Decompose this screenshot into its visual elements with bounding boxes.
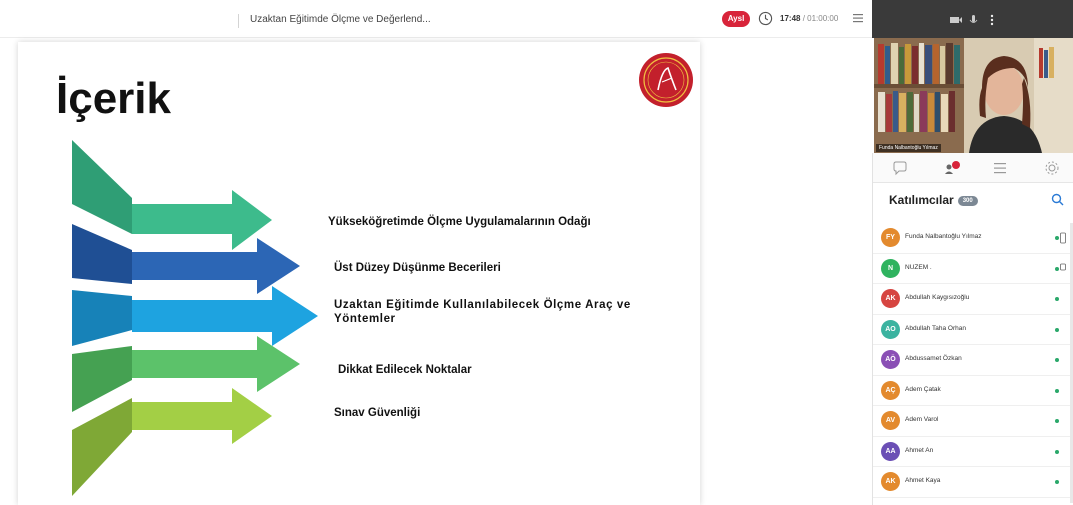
participants-tab-icon[interactable] <box>943 159 961 177</box>
arrow-1-head <box>132 190 272 250</box>
participant-row[interactable]: AÖ Abdussamet Özkan <box>873 345 1073 376</box>
avatar: FY <box>881 228 900 247</box>
participant-row[interactable]: FY Funda Nalbantoğlu Yılmaz <box>873 223 1073 254</box>
camera-controls-bar <box>872 0 1073 38</box>
camera-lens-icon <box>959 17 962 23</box>
speaker-video[interactable] <box>874 38 1073 153</box>
participant-row[interactable]: AA Ahmet An <box>873 437 1073 467</box>
arrow-4 <box>72 346 132 412</box>
avatar: AA <box>881 441 900 461</box>
online-status-dot <box>1055 419 1059 423</box>
camera-icon <box>950 17 959 23</box>
device-icon <box>1060 232 1066 244</box>
microphone-icon <box>972 15 975 22</box>
panel-tabs <box>873 153 1073 183</box>
list-tab-icon[interactable] <box>991 159 1009 177</box>
chat-tab-icon[interactable] <box>891 159 909 177</box>
arrow-3 <box>72 290 132 346</box>
top-bar: Uzaktan Eğitimde Ölçme ve Değerlend... A… <box>0 0 872 38</box>
more-dot-1 <box>990 14 994 18</box>
online-status-dot <box>1055 449 1059 454</box>
participant-row[interactable]: AK Ahmet Kaya <box>873 467 1073 498</box>
avatar: AK <box>881 289 900 308</box>
participant-row[interactable]: AÇ Adem Çatak <box>873 376 1073 406</box>
participant-name: Adem Çatak <box>905 385 941 393</box>
more-dot-2 <box>990 18 994 22</box>
settings-gear-icon[interactable] <box>1043 159 1061 177</box>
slide-item-5: Sınav Güvenliği <box>334 407 421 419</box>
online-status-dot <box>1055 388 1059 393</box>
avatar: AÇ <box>881 380 900 400</box>
participant-row[interactable]: AK Abdullah Kaygısızoğlu <box>873 284 1073 315</box>
meeting-app: Uzaktan Eğitimde Ölçme ve Değerlend... A… <box>0 0 1073 505</box>
slide-item-3: Uzaktan Eğitimde Kullanılabilecek Ölçme … <box>334 298 664 326</box>
arrow-graphic <box>72 140 318 496</box>
participant-name: Funda Nalbantoğlu Yılmaz <box>905 233 982 240</box>
side-panel: Katılımcılar 300 FY Funda Nalbantoğlu Yılm… <box>872 153 1073 505</box>
clock-icon <box>758 11 773 26</box>
participant-count-badge: 300 <box>957 195 978 206</box>
slide-item-4: Dikkat Edilecek Noktalar <box>338 364 472 376</box>
participant-name: Adem Varol <box>905 416 939 423</box>
avatar: AV <box>881 411 900 430</box>
participants-title: Katılımcılar <box>889 193 954 207</box>
university-logo-icon <box>639 53 693 107</box>
slide-item-3-line-1: Uzaktan Eğitimde Kullanılabilecek Ölçme … <box>334 299 631 311</box>
online-status-dot <box>1055 358 1059 362</box>
arrow-2 <box>72 224 132 284</box>
participants-header: Katılımcılar 300 <box>889 193 978 207</box>
live-badge[interactable]: Aysl <box>722 11 750 27</box>
time-current: 17:48 <box>780 14 801 23</box>
participant-list: FY Funda Nalbantoğlu Yılmaz N NUZEM . AK Abdu… <box>873 223 1073 498</box>
more-dot-3 <box>990 22 994 26</box>
arrow-5-head <box>132 388 272 444</box>
avatar: AÖ <box>881 350 900 369</box>
menu-icon[interactable] <box>852 12 864 24</box>
speaker-video-frame <box>874 38 1073 153</box>
search-icon[interactable] <box>1051 193 1064 206</box>
arrow-2-head <box>132 238 300 294</box>
participant-row[interactable]: N NUZEM . <box>873 254 1073 284</box>
speaker-name-label: Funda Nalbantoğlu Yılmaz <box>876 144 941 152</box>
participant-row[interactable]: AV Adem Varol <box>873 406 1073 437</box>
title-divider <box>238 14 239 28</box>
participant-name: Ahmet An <box>905 446 934 454</box>
arrow-3-head <box>132 286 318 346</box>
participant-name: Abdullah Taha Orhan <box>905 324 966 332</box>
presentation-slide: İçerik Yükseköğretimde Ölçme Uygulamalar… <box>18 42 700 505</box>
online-status-dot <box>1055 327 1059 332</box>
slide-item-3-line-2: Yöntemler <box>334 313 396 325</box>
arrow-1 <box>72 140 132 234</box>
arrow-4-head <box>132 336 300 392</box>
online-status-dot <box>1055 266 1059 271</box>
online-status-dot <box>1055 297 1059 301</box>
participant-name: Ahmet Kaya <box>905 477 941 484</box>
avatar: N <box>881 258 900 278</box>
online-status-dot <box>1055 480 1059 484</box>
slide-item-1: Yükseköğretimde Ölçme Uygulamalarının Od… <box>328 216 591 228</box>
slide-item-2: Üst Düzey Düşünme Becerileri <box>334 262 501 274</box>
avatar: AK <box>881 472 900 491</box>
time-total: / 01:00:00 <box>800 14 839 23</box>
camera-controls-icons[interactable] <box>948 14 1008 26</box>
avatar: AO <box>881 319 900 339</box>
participant-name: NUZEM . <box>905 263 932 271</box>
participant-name: Abdullah Kaygısızoğlu <box>905 294 970 301</box>
online-status-dot <box>1055 236 1059 240</box>
session-title: Uzaktan Eğitimde Ölçme ve Değerlend... <box>250 14 431 25</box>
slide-title: İçerik <box>56 74 171 123</box>
participant-name: Abdussamet Özkan <box>905 355 962 362</box>
arrow-5 <box>72 398 132 496</box>
device-icon <box>1060 263 1066 270</box>
elapsed-time: 17:48 / 01:00:00 <box>780 14 838 23</box>
participant-row[interactable]: AO Abdullah Taha Orhan <box>873 315 1073 345</box>
